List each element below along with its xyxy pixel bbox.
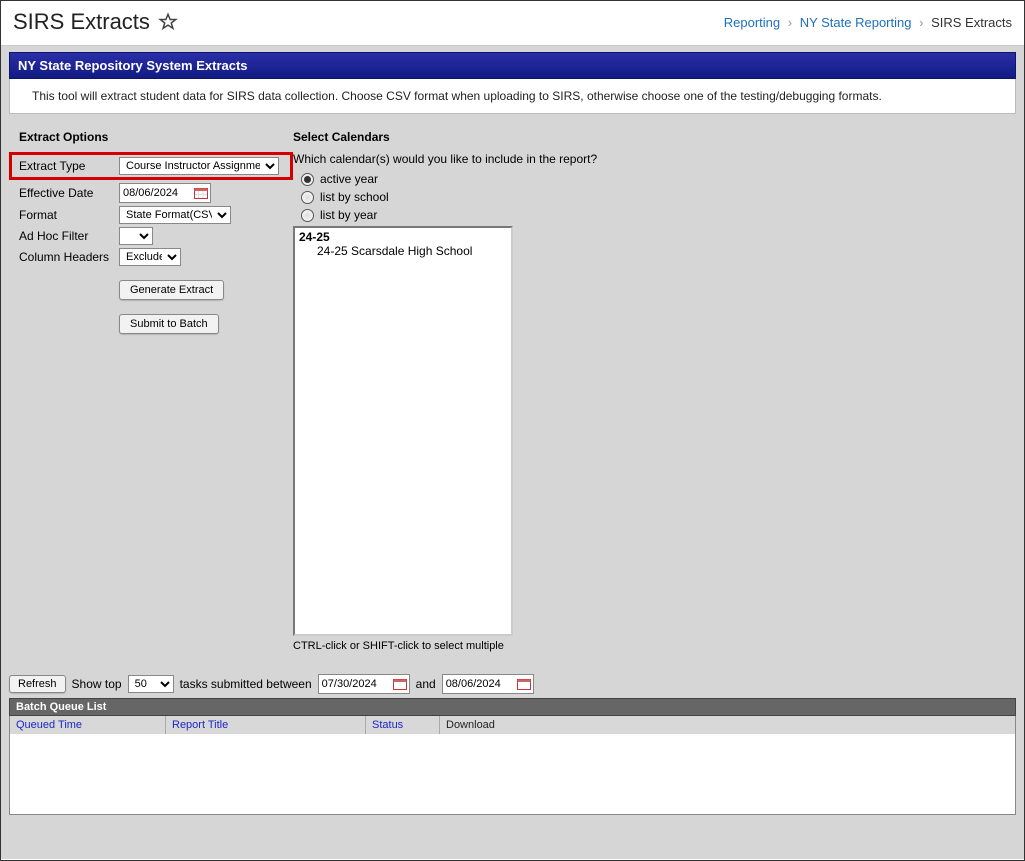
- queue-table-header: Queued Time Report Title Status Download: [10, 716, 1015, 734]
- show-top-select[interactable]: 50: [128, 675, 174, 693]
- column-headers-label: Column Headers: [19, 250, 119, 264]
- calendar-icon[interactable]: [515, 675, 533, 693]
- effective-date-row: Effective Date: [9, 183, 293, 203]
- tasks-between-label: tasks submitted between: [180, 677, 312, 691]
- show-top-label: Show top: [72, 677, 122, 691]
- title-wrap: SIRS Extracts: [13, 9, 178, 35]
- content-area: NY State Repository System Extracts This…: [1, 46, 1024, 859]
- list-item[interactable]: 24-25 Scarsdale High School: [299, 244, 507, 258]
- extract-type-select[interactable]: Course Instructor Assignment: [119, 157, 279, 175]
- extract-type-label: Extract Type: [19, 159, 119, 173]
- submit-to-batch-button[interactable]: Submit to Batch: [119, 314, 219, 334]
- radio-list-by-school-label: list by school: [320, 190, 389, 204]
- select-calendars-column: Select Calendars Which calendar(s) would…: [293, 130, 1016, 652]
- action-buttons: Generate Extract Submit to Batch: [9, 280, 293, 334]
- intro-text: This tool will extract student data for …: [9, 79, 1016, 114]
- date-to-input[interactable]: [443, 676, 515, 692]
- breadcrumb-reporting[interactable]: Reporting: [724, 15, 780, 30]
- radio-active-year[interactable]: [301, 173, 314, 186]
- radio-list-by-year[interactable]: [301, 209, 314, 222]
- radio-list-by-year-row[interactable]: list by year: [293, 208, 1016, 222]
- chevron-right-icon: ›: [788, 15, 792, 30]
- select-calendars-heading: Select Calendars: [293, 130, 1016, 144]
- page-header: SIRS Extracts Reporting › NY State Repor…: [1, 1, 1024, 46]
- extract-type-row: Extract Type Course Instructor Assignmen…: [9, 152, 293, 180]
- column-headers-select[interactable]: Exclude: [119, 248, 181, 266]
- adhoc-label: Ad Hoc Filter: [19, 229, 119, 243]
- adhoc-row: Ad Hoc Filter: [9, 227, 293, 245]
- multiselect-hint: CTRL-click or SHIFT-click to select mult…: [293, 640, 1016, 652]
- batch-queue-title: Batch Queue List: [9, 698, 1016, 716]
- breadcrumb: Reporting › NY State Reporting › SIRS Ex…: [724, 15, 1012, 30]
- batch-toolbar: Refresh Show top 50 tasks submitted betw…: [9, 674, 1016, 694]
- extract-options-heading: Extract Options: [9, 130, 293, 144]
- radio-active-year-label: active year: [320, 172, 378, 186]
- extract-options-column: Extract Options Extract Type Course Inst…: [9, 130, 293, 652]
- list-group[interactable]: 24-25: [299, 230, 507, 244]
- format-select[interactable]: State Format(CSV): [119, 206, 231, 224]
- generate-extract-button[interactable]: Generate Extract: [119, 280, 224, 300]
- panel-banner: NY State Repository System Extracts: [9, 52, 1016, 79]
- breadcrumb-ny-state-reporting[interactable]: NY State Reporting: [800, 15, 912, 30]
- radio-active-year-row[interactable]: active year: [293, 172, 1016, 186]
- batch-queue-table: Queued Time Report Title Status Download: [9, 716, 1016, 815]
- and-label: and: [416, 677, 436, 691]
- adhoc-filter-select[interactable]: [119, 227, 153, 245]
- radio-list-by-year-label: list by year: [320, 208, 377, 222]
- page-title: SIRS Extracts: [13, 9, 150, 35]
- effective-date-input[interactable]: [120, 185, 192, 201]
- format-label: Format: [19, 208, 119, 222]
- breadcrumb-current: SIRS Extracts: [931, 15, 1012, 30]
- col-report-title[interactable]: Report Title: [172, 719, 228, 731]
- favorite-star-icon[interactable]: [158, 12, 178, 32]
- col-download: Download: [440, 716, 1015, 734]
- calendars-listbox[interactable]: 24-25 24-25 Scarsdale High School: [293, 226, 513, 636]
- queue-table-body: [10, 734, 1015, 814]
- column-headers-row: Column Headers Exclude: [9, 248, 293, 266]
- col-queued-time[interactable]: Queued Time: [16, 719, 82, 731]
- effective-date-label: Effective Date: [19, 186, 119, 200]
- refresh-button[interactable]: Refresh: [9, 675, 66, 693]
- chevron-right-icon: ›: [919, 15, 923, 30]
- radio-list-by-school-row[interactable]: list by school: [293, 190, 1016, 204]
- format-row: Format State Format(CSV): [9, 206, 293, 224]
- calendars-prompt: Which calendar(s) would you like to incl…: [293, 152, 1016, 166]
- date-from-input[interactable]: [319, 676, 391, 692]
- calendar-icon[interactable]: [192, 184, 210, 202]
- radio-list-by-school[interactable]: [301, 191, 314, 204]
- col-status[interactable]: Status: [372, 719, 403, 731]
- calendar-icon[interactable]: [391, 675, 409, 693]
